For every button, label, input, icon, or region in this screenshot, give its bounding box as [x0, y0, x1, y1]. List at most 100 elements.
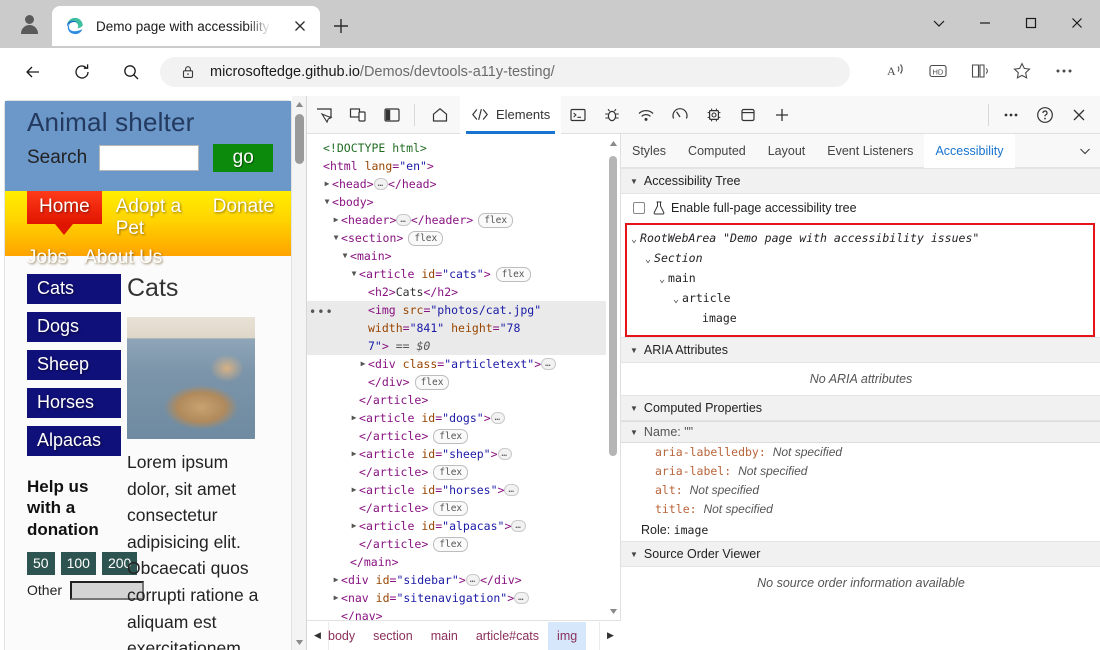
dom-node-row[interactable]: ▶ <article id="sheep">… — [307, 445, 606, 463]
back-icon[interactable] — [17, 56, 49, 88]
sidebar-tabs-more-icon[interactable] — [1077, 134, 1093, 168]
dom-scroll-down-icon[interactable] — [606, 604, 620, 618]
maximize-button[interactable] — [1008, 0, 1054, 46]
dom-scroll-up-icon[interactable] — [606, 136, 620, 150]
dom-node-row[interactable]: </article> — [307, 391, 606, 409]
twisty-collapsed-icon[interactable]: ▶ — [331, 211, 341, 229]
browser-settings-icon[interactable] — [1050, 57, 1078, 85]
favorite-star-icon[interactable] — [1008, 57, 1036, 85]
breadcrumb-item-article-cats[interactable]: article#cats — [467, 622, 548, 650]
hd-badge-icon[interactable]: HD — [924, 57, 952, 85]
dom-node-row[interactable]: ▶ <article id="dogs">… — [307, 409, 606, 427]
collapsed-children-icon[interactable]: … — [514, 592, 529, 604]
tab-network[interactable] — [629, 100, 663, 130]
chevron-down-icon[interactable]: ⌄ — [659, 274, 665, 285]
breadcrumb-scroll-right[interactable]: ▶ — [599, 621, 621, 650]
twisty-expanded-icon[interactable]: ▼ — [331, 229, 341, 247]
dom-node-row[interactable]: <html lang="en"> — [307, 157, 606, 175]
tab-styles[interactable]: Styles — [621, 134, 677, 168]
a11y-tree-node[interactable]: ⌄ article — [631, 289, 1093, 309]
dom-tree-scrollbar[interactable] — [606, 134, 620, 620]
dom-node-row[interactable]: ••• <img src="photos/cat.jpg" — [307, 301, 606, 319]
twisty-expanded-icon[interactable]: ▼ — [322, 193, 332, 211]
computed-name-row[interactable]: ▼ Name: "" — [621, 421, 1100, 443]
twisty-expanded-icon[interactable]: ▼ — [340, 247, 350, 265]
browser-tab[interactable]: Demo page with accessibility issues — [52, 6, 320, 46]
twisty-collapsed-icon[interactable]: ▶ — [349, 481, 359, 499]
tab-performance[interactable] — [663, 100, 697, 130]
twisty-expanded-icon[interactable]: ▼ — [349, 265, 359, 283]
dom-node-row[interactable]: ▼ <body> — [307, 193, 606, 211]
section-aria-attributes[interactable]: ▼ ARIA Attributes — [621, 337, 1100, 363]
tab-home[interactable] — [420, 96, 460, 134]
device-emulation-icon[interactable] — [341, 100, 375, 130]
tab-console[interactable] — [561, 100, 595, 130]
dom-node-row[interactable]: <h2>Cats</h2> — [307, 283, 606, 301]
twisty-collapsed-icon[interactable]: ▶ — [322, 175, 332, 193]
collapsed-children-icon[interactable]: … — [396, 214, 411, 226]
a11y-tree-node[interactable]: ⌄ RootWebArea "Demo page with accessibili… — [631, 229, 1093, 249]
category-alpacas[interactable]: Alpacas — [27, 426, 121, 456]
inspect-element-icon[interactable] — [307, 100, 341, 130]
dom-node-row[interactable]: ▶ <nav id="sitenavigation">… — [307, 589, 606, 607]
collapsed-children-icon[interactable]: … — [373, 178, 388, 190]
a11y-tree-node[interactable]: ⌄ main — [631, 269, 1093, 289]
address-bar[interactable]: microsoftedge.github.io/Demos/devtools-a… — [160, 57, 850, 87]
dom-node-row[interactable]: ▶ <article id="alpacas">… — [307, 517, 606, 535]
dom-tree[interactable]: <!DOCTYPE html> <html lang="en"> ▶ <head>… <… — [307, 134, 606, 620]
section-source-order-viewer[interactable]: ▼ Source Order Viewer — [621, 541, 1100, 567]
twisty-collapsed-icon[interactable]: ▶ — [349, 517, 359, 535]
collapsed-children-icon[interactable]: … — [504, 484, 519, 496]
dom-node-row[interactable]: </article> flex — [307, 427, 606, 445]
tab-memory[interactable] — [697, 100, 731, 130]
tab-accessibility[interactable]: Accessibility — [924, 133, 1015, 168]
chevron-down-icon[interactable]: ⌄ — [631, 234, 637, 245]
collapsed-children-icon[interactable]: … — [497, 448, 512, 460]
tab-application[interactable] — [731, 100, 765, 130]
nav-item-jobs[interactable]: Jobs — [27, 242, 67, 269]
dom-node-row[interactable]: ▶ <div class="articletext">… — [307, 355, 606, 373]
collapsed-children-icon[interactable]: … — [541, 358, 556, 370]
go-button[interactable]: go — [213, 144, 274, 172]
breadcrumb-item-body[interactable]: body — [319, 622, 364, 650]
dom-node-row[interactable]: </article> flex — [307, 535, 606, 553]
scroll-down-icon[interactable] — [292, 635, 306, 649]
close-window-button[interactable] — [1054, 0, 1100, 46]
flex-badge[interactable]: flex — [478, 213, 514, 228]
add-panel-icon[interactable] — [765, 100, 799, 130]
dom-node-row[interactable]: ▶ <header>… </header> flex — [307, 211, 606, 229]
dom-node-row[interactable]: </main> — [307, 553, 606, 571]
dom-node-row[interactable]: <!DOCTYPE html> — [307, 139, 606, 157]
reload-icon[interactable] — [66, 56, 98, 88]
section-computed-properties[interactable]: ▼ Computed Properties — [621, 395, 1100, 421]
a11y-tree-node[interactable]: ⌄ Section — [631, 249, 1093, 269]
flex-badge[interactable]: flex — [414, 375, 450, 390]
read-aloud-icon[interactable]: A — [882, 57, 910, 85]
breadcrumb[interactable]: ◀ body section main article#cats img ▶ — [307, 620, 621, 650]
twisty-collapsed-icon[interactable]: ▶ — [349, 445, 359, 463]
tab-debugger[interactable] — [595, 100, 629, 130]
collapsed-children-icon[interactable]: … — [511, 520, 526, 532]
dom-node-row[interactable]: ▶ <head>… </head> — [307, 175, 606, 193]
dom-node-row[interactable]: </div> flex — [307, 373, 606, 391]
chevron-down-icon[interactable]: ⌄ — [645, 254, 651, 265]
breadcrumb-item-img[interactable]: img — [548, 621, 587, 650]
breadcrumb-item-main[interactable]: main — [422, 622, 467, 650]
nav-item-home[interactable]: Home — [27, 191, 102, 235]
dom-node-row[interactable]: width="841" height="78 — [307, 319, 606, 337]
category-sheep[interactable]: Sheep — [27, 350, 121, 380]
category-horses[interactable]: Horses — [27, 388, 121, 418]
tab-layout[interactable]: Layout — [757, 134, 817, 168]
dock-side-icon[interactable] — [375, 100, 409, 130]
dom-node-row[interactable]: ▼ <article id="cats"> flex — [307, 265, 606, 283]
close-devtools-icon[interactable] — [1062, 100, 1096, 130]
search-icon[interactable] — [115, 56, 147, 88]
tab-computed[interactable]: Computed — [677, 134, 757, 168]
enable-fullpage-checkbox[interactable] — [633, 202, 645, 214]
scroll-up-icon[interactable] — [292, 97, 306, 111]
dom-node-row[interactable]: ▼ <section> flex — [307, 229, 606, 247]
profile-button[interactable] — [12, 8, 46, 40]
nav-item-donate[interactable]: Donate — [213, 191, 274, 218]
flex-badge[interactable]: flex — [433, 501, 469, 516]
tab-close-icon[interactable] — [290, 16, 310, 36]
